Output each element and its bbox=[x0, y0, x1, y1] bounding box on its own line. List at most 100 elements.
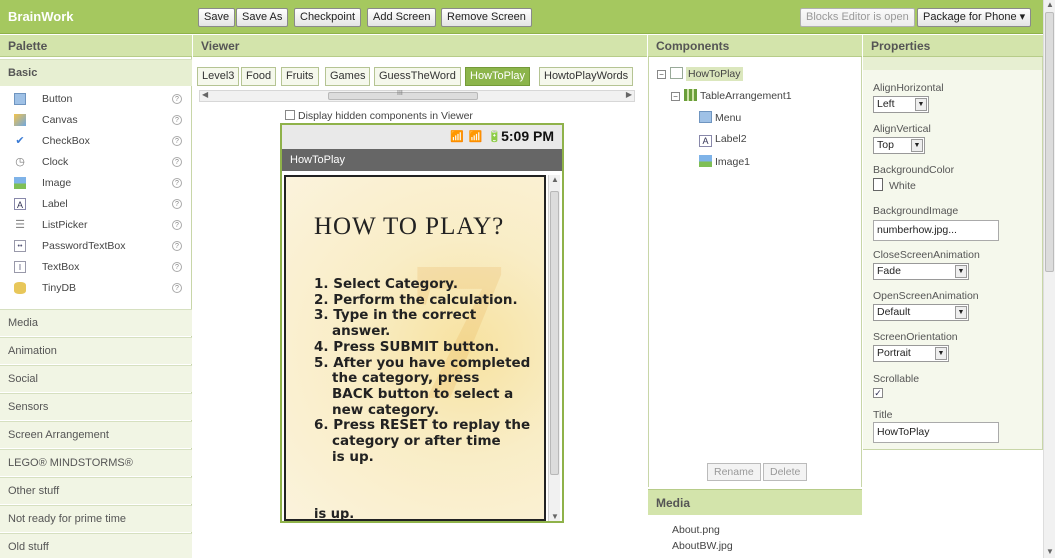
help-icon[interactable]: ? bbox=[172, 136, 182, 146]
palette-item-button[interactable]: Button ? bbox=[0, 89, 192, 110]
palette-item-label: TinyDB bbox=[42, 282, 77, 294]
help-icon[interactable]: ? bbox=[172, 157, 182, 167]
palette-category-other-stuff[interactable]: Other stuff bbox=[0, 477, 192, 504]
background-image-field[interactable]: numberhow.jpg... bbox=[873, 220, 999, 241]
screen-orientation-select[interactable]: Portrait ▼ bbox=[873, 345, 949, 362]
help-icon[interactable]: ? bbox=[172, 178, 182, 188]
scroll-right-icon[interactable]: ▶ bbox=[626, 90, 632, 99]
display-hidden-checkbox[interactable] bbox=[285, 110, 295, 120]
close-screen-animation-select[interactable]: Fade ▼ bbox=[873, 263, 969, 280]
tree-node-table-arrangement[interactable]: − TableArrangement1 bbox=[671, 89, 792, 102]
palette-item-textbox[interactable]: I TextBox ? bbox=[0, 257, 192, 278]
palette-item-label-component[interactable]: A Label ? bbox=[0, 194, 192, 215]
tab-food[interactable]: Food bbox=[241, 67, 277, 86]
tree-node-label[interactable]: HowToPlay bbox=[686, 67, 743, 81]
dropdown-arrow-icon[interactable]: ▼ bbox=[935, 347, 947, 360]
palette-category-old-stuff[interactable]: Old stuff bbox=[0, 533, 192, 558]
delete-button[interactable]: Delete bbox=[763, 463, 808, 481]
palette-category-media[interactable]: Media bbox=[0, 309, 192, 336]
help-icon[interactable]: ? bbox=[172, 199, 182, 209]
checkpoint-button[interactable]: Checkpoint bbox=[294, 8, 362, 27]
palette-item-canvas[interactable]: Canvas ? bbox=[0, 110, 192, 131]
palette-item-image[interactable]: Image ? bbox=[0, 173, 192, 194]
tabs-horizontal-scrollbar[interactable]: ◀ III ▶ bbox=[199, 90, 635, 102]
palette-category-social[interactable]: Social bbox=[0, 365, 192, 392]
signal-battery-icon: 📶 📶 🔋 bbox=[450, 131, 503, 143]
remove-screen-button[interactable]: Remove Screen bbox=[441, 8, 532, 27]
instruction-line: 6. Press RESET to replay the bbox=[314, 417, 531, 434]
tree-node-image1[interactable]: Image1 bbox=[699, 155, 750, 168]
tab-fruits[interactable]: Fruits bbox=[281, 67, 319, 86]
display-hidden-components[interactable]: Display hidden components in Viewer bbox=[285, 110, 473, 122]
dropdown-arrow-icon[interactable]: ▼ bbox=[955, 306, 967, 319]
palette-category-animation[interactable]: Animation bbox=[0, 337, 192, 364]
tab-howtoplay[interactable]: HowToPlay bbox=[465, 67, 531, 86]
tree-node-label[interactable]: Label2 bbox=[715, 133, 747, 145]
dropdown-arrow-icon[interactable]: ▼ bbox=[911, 139, 923, 152]
media-file[interactable]: About.png bbox=[672, 524, 720, 536]
tab-guesstheword[interactable]: GuessTheWord bbox=[374, 67, 461, 86]
screen-title-bar: HowToPlay bbox=[282, 149, 562, 171]
package-for-phone-dropdown[interactable]: Package for Phone ▾ bbox=[917, 8, 1032, 27]
dropdown-arrow-icon[interactable]: ▼ bbox=[955, 265, 967, 278]
dropdown-arrow-icon[interactable]: ▼ bbox=[915, 98, 927, 111]
title-field[interactable]: HowToPlay bbox=[873, 422, 999, 443]
scroll-up-icon[interactable]: ▲ bbox=[551, 175, 559, 184]
tree-node-label[interactable]: Image1 bbox=[715, 156, 750, 168]
components-header: Components bbox=[648, 35, 862, 57]
palette-category-not-ready[interactable]: Not ready for prime time bbox=[0, 505, 192, 532]
tree-node-root[interactable]: − HowToPlay bbox=[657, 67, 743, 81]
palette-category-basic[interactable]: Basic bbox=[0, 59, 192, 86]
scroll-down-icon[interactable]: ▼ bbox=[1046, 547, 1054, 556]
align-horizontal-select[interactable]: Left ▼ bbox=[873, 96, 929, 113]
palette-category-lego-mindstorms[interactable]: LEGO® MINDSTORMS® bbox=[0, 449, 192, 476]
tree-node-label2[interactable]: A Label2 bbox=[699, 133, 747, 147]
help-icon[interactable]: ? bbox=[172, 115, 182, 125]
tab-level3[interactable]: Level3 bbox=[197, 67, 240, 86]
collapse-icon[interactable]: − bbox=[671, 92, 680, 101]
screen-vertical-scrollbar[interactable]: ▲ ▼ bbox=[548, 175, 560, 521]
page-vertical-scrollbar[interactable]: ▲ ▼ bbox=[1043, 0, 1055, 558]
scroll-grip: III bbox=[397, 90, 403, 97]
rename-button[interactable]: Rename bbox=[707, 463, 761, 481]
collapse-icon[interactable]: − bbox=[657, 70, 666, 79]
app-brand: BrainWork bbox=[8, 9, 74, 24]
help-icon[interactable]: ? bbox=[172, 220, 182, 230]
scrollbar-thumb[interactable] bbox=[550, 191, 559, 475]
color-swatch[interactable] bbox=[873, 178, 883, 191]
palette-item-tinydb[interactable]: TinyDB ? bbox=[0, 278, 192, 299]
align-vertical-select[interactable]: Top ▼ bbox=[873, 137, 925, 154]
media-file[interactable]: AboutBW.jpg bbox=[672, 540, 733, 552]
scrollbar-thumb[interactable]: III bbox=[328, 90, 478, 100]
scroll-up-icon[interactable]: ▲ bbox=[1046, 0, 1054, 9]
save-button[interactable]: Save bbox=[198, 8, 236, 27]
scrollable-checkbox[interactable]: ✓ bbox=[873, 388, 883, 398]
label-icon: A bbox=[14, 198, 26, 210]
scroll-down-icon[interactable]: ▼ bbox=[551, 512, 559, 521]
palette-category-sensors[interactable]: Sensors bbox=[0, 393, 192, 420]
palette-item-passwordtextbox[interactable]: •• PasswordTextBox ? bbox=[0, 236, 192, 257]
palette-item-checkbox[interactable]: ✔ CheckBox ? bbox=[0, 131, 192, 152]
save-as-button[interactable]: Save As bbox=[236, 8, 289, 27]
help-icon[interactable]: ? bbox=[172, 262, 182, 272]
tree-node-label[interactable]: TableArrangement1 bbox=[700, 90, 792, 102]
tree-node-menu[interactable]: Menu bbox=[699, 111, 741, 124]
tab-howtoplaywords[interactable]: HowtoPlayWords bbox=[539, 67, 634, 86]
listpicker-icon: ☰ bbox=[15, 219, 25, 231]
background-color-label: BackgroundColor bbox=[873, 164, 955, 176]
tree-node-label[interactable]: Menu bbox=[715, 112, 741, 124]
scroll-left-icon[interactable]: ◀ bbox=[202, 90, 208, 99]
screen-orientation-label: ScreenOrientation bbox=[873, 331, 958, 343]
help-icon[interactable]: ? bbox=[172, 94, 182, 104]
add-screen-button[interactable]: Add Screen bbox=[367, 8, 437, 27]
tab-games[interactable]: Games bbox=[325, 67, 371, 86]
blocks-editor-button[interactable]: Blocks Editor is open bbox=[800, 8, 915, 27]
scrollbar-thumb[interactable] bbox=[1045, 12, 1054, 272]
help-icon[interactable]: ? bbox=[172, 283, 182, 293]
help-icon[interactable]: ? bbox=[172, 241, 182, 251]
background-color-value[interactable]: White bbox=[889, 180, 916, 192]
palette-item-clock[interactable]: ◷ Clock ? bbox=[0, 152, 192, 173]
palette-item-listpicker[interactable]: ☰ ListPicker ? bbox=[0, 215, 192, 236]
palette-category-screen-arrangement[interactable]: Screen Arrangement bbox=[0, 421, 192, 448]
open-screen-animation-select[interactable]: Default ▼ bbox=[873, 304, 969, 321]
